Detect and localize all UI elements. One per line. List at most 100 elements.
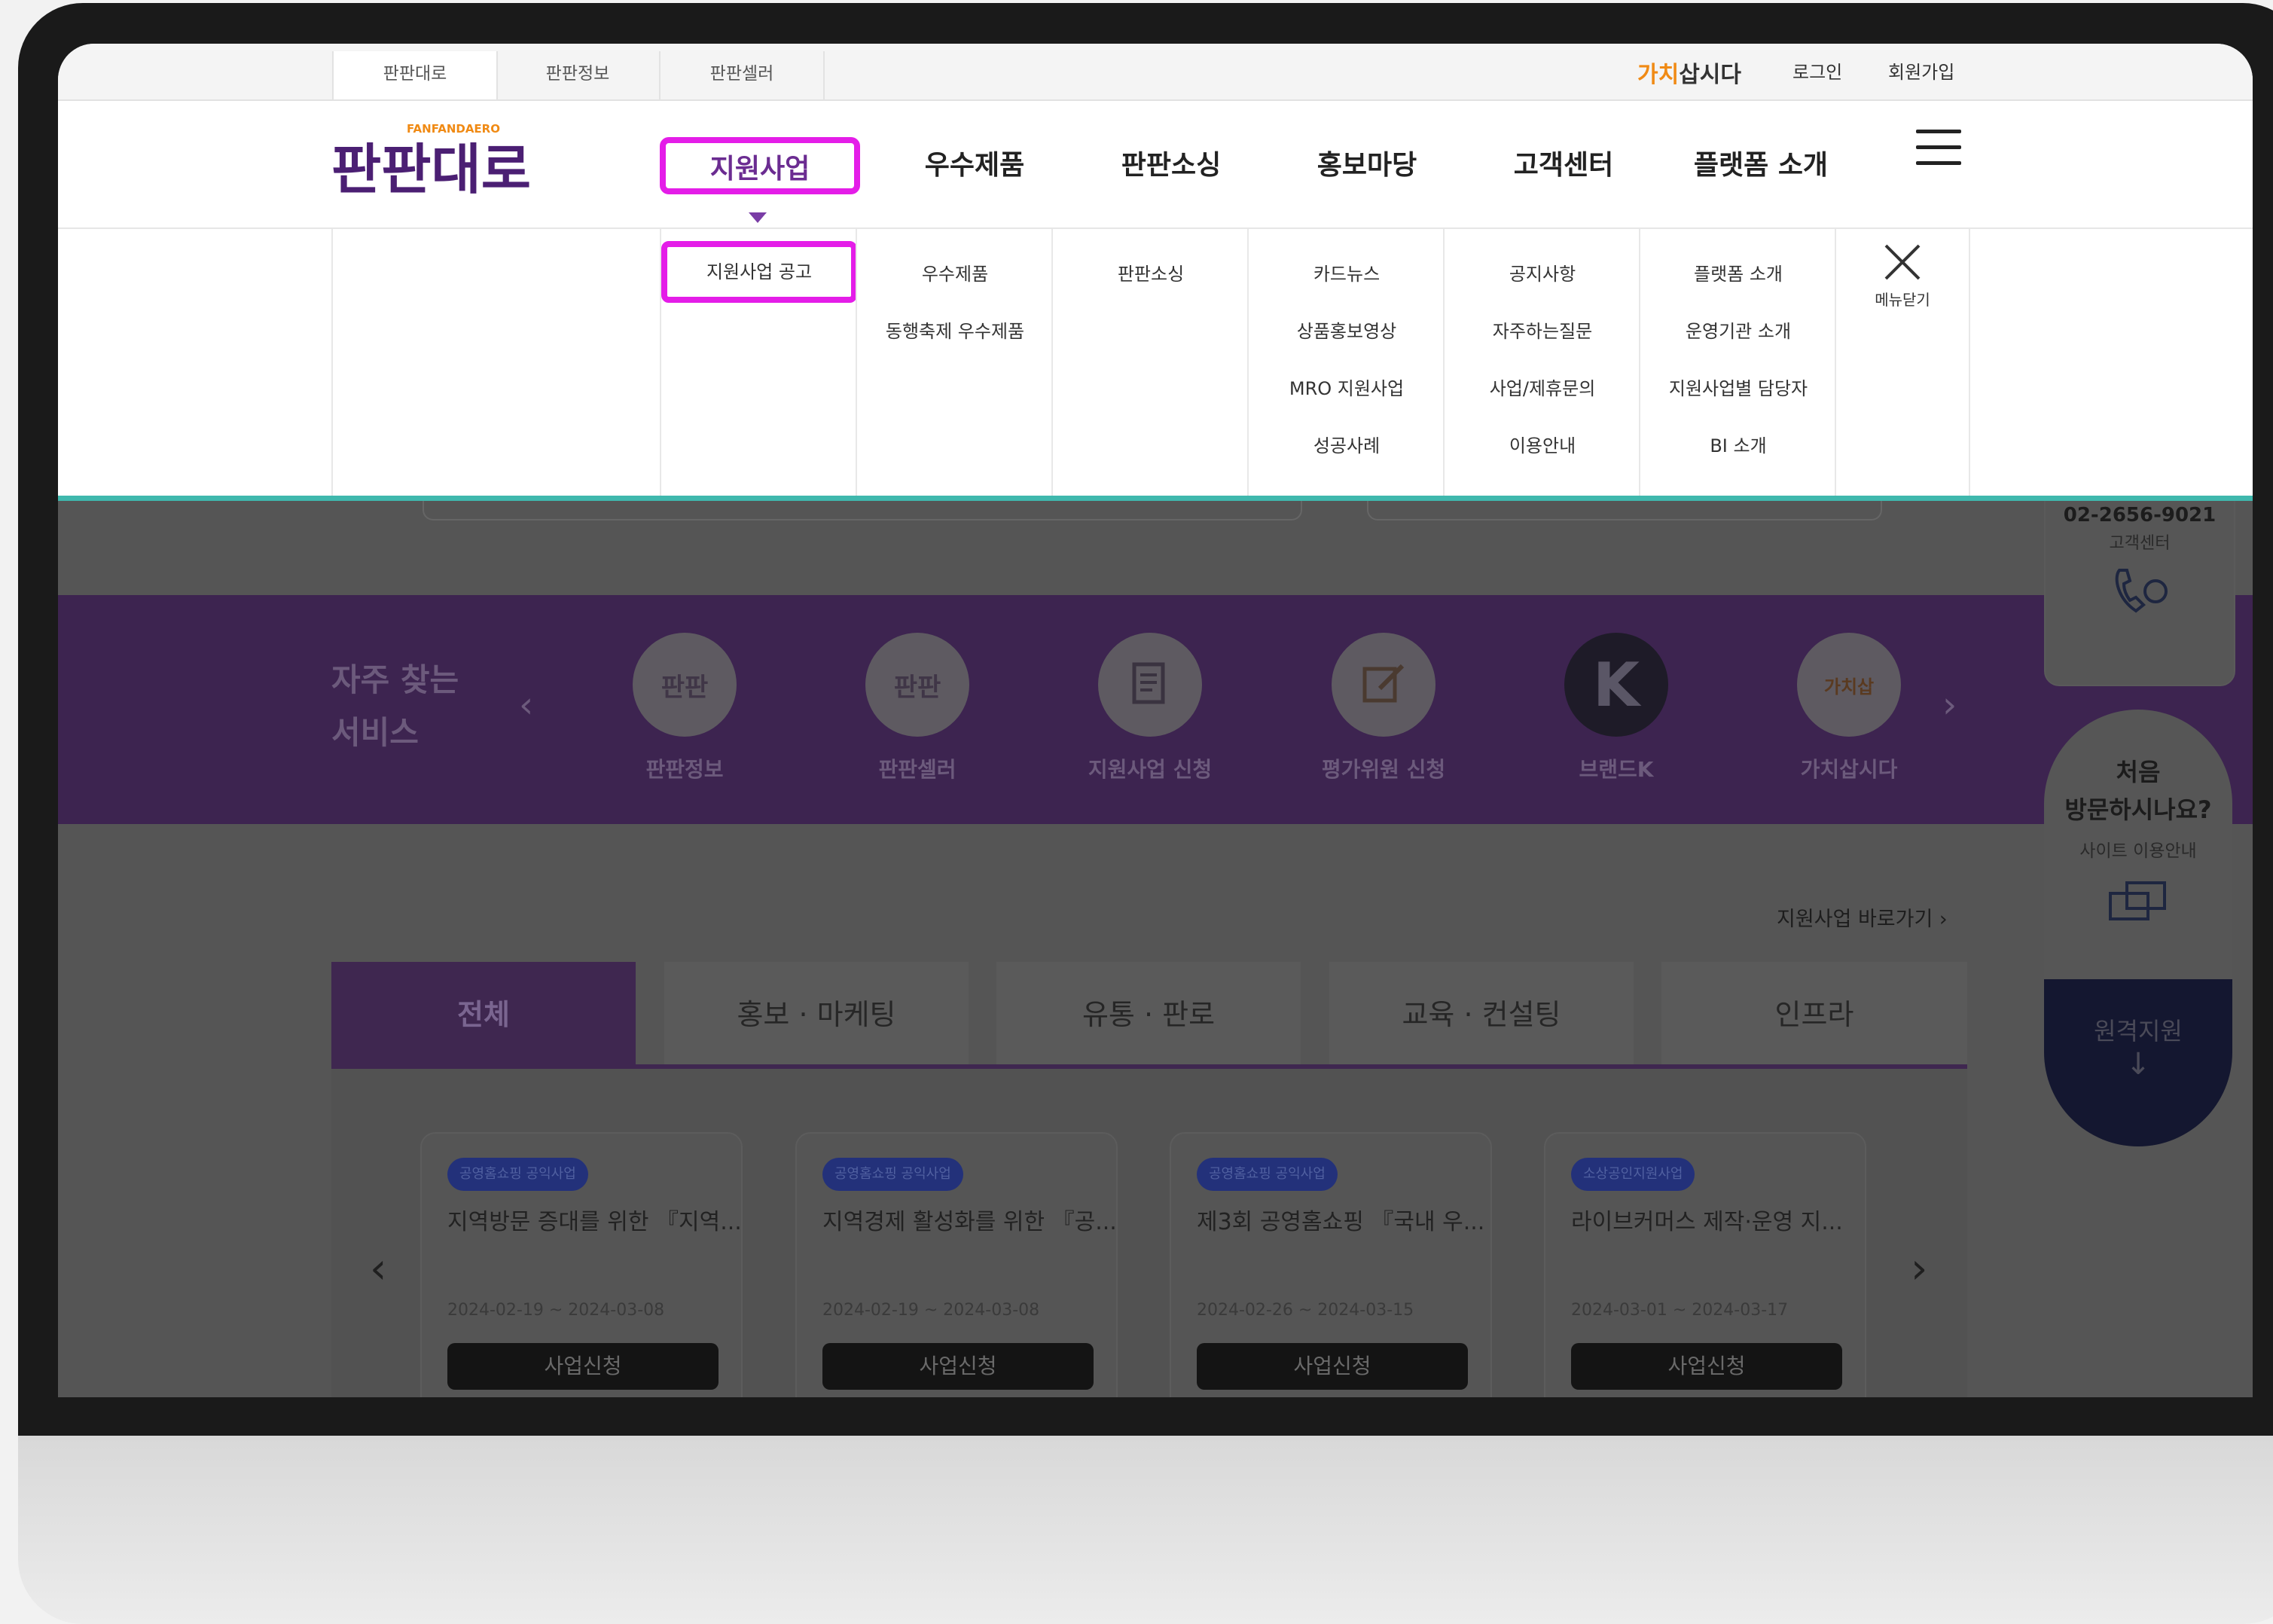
gnb-customer-center[interactable]: 고객센터	[1488, 137, 1639, 194]
gnb-excellent-products[interactable]: 우수제품	[899, 137, 1050, 194]
gachi-brand-a: 가치	[1637, 62, 1680, 88]
support-program-shortcut-label: 지원사업 바로가기	[1777, 908, 1933, 931]
support-program-shortcut-link[interactable]: 지원사업 바로가기 ›	[1777, 902, 1948, 932]
card-title[interactable]: 제3회 공영홈쇼핑 『국내 우...	[1197, 1203, 1484, 1236]
tab-distribution[interactable]: 유통 · 판로	[996, 962, 1301, 1067]
submenu-col-promotion: 카드뉴스 상품홍보영상 MRO 지원사업 성공사례	[1247, 229, 1445, 496]
submenu-item[interactable]: 플랫폼 소개	[1640, 259, 1836, 285]
first-visit-panel[interactable]: 처음 방문하시나요? 사이트 이용안내 원격지원 ↓	[2044, 710, 2232, 1146]
search-box-edge	[423, 501, 1302, 520]
hamburger-menu-icon[interactable]	[1916, 130, 1961, 167]
apply-button[interactable]: 사업신청	[1571, 1343, 1842, 1390]
brand-k-icon: K	[1564, 633, 1668, 737]
card-date: 2024-02-19 ~ 2024-03-08	[447, 1301, 665, 1320]
program-card[interactable]: 공영홈쇼핑 공익사업 제3회 공영홈쇼핑 『국내 우... 2024-02-26…	[1170, 1132, 1492, 1397]
submenu-item[interactable]: 운영기관 소개	[1640, 316, 1836, 343]
gnb-fanfan-sourcing[interactable]: 판판소싱	[1096, 137, 1246, 194]
submenu-item[interactable]: 사업/제휴문의	[1445, 374, 1640, 400]
logo-main: 판판대로	[331, 138, 531, 201]
submenu-item[interactable]: 공지사항	[1445, 259, 1640, 285]
submenu-item[interactable]: MRO 지원사업	[1249, 374, 1445, 400]
service-gachi-sapsida[interactable]: 가치삽 가치삽시다	[1759, 633, 1939, 783]
remote-support-label: 원격지원	[2094, 1017, 2183, 1046]
service-brand-k[interactable]: K 브랜드K	[1526, 633, 1707, 783]
submenu-item[interactable]: 지원사업별 담당자	[1640, 374, 1836, 400]
services-next-arrow-icon[interactable]: ›	[1942, 684, 1957, 726]
submenu-item[interactable]: 동행축제 우수제품	[857, 316, 1053, 343]
service-evaluator-apply[interactable]: 평가위원 신청	[1293, 633, 1474, 783]
apply-button[interactable]: 사업신청	[447, 1343, 719, 1390]
site-guide-link[interactable]: 사이트 이용안내	[2044, 836, 2232, 862]
menu-close-label: 메뉴닫기	[1875, 291, 1930, 309]
apply-button[interactable]: 사업신청	[822, 1343, 1094, 1390]
tab-infra[interactable]: 인프라	[1661, 962, 1967, 1067]
submenu-item[interactable]: 우수제품	[857, 259, 1053, 285]
active-menu-caret-icon	[749, 212, 767, 223]
card-title[interactable]: 지역방문 증대를 위한 『지역...	[447, 1203, 742, 1236]
chevron-right-icon: ›	[1939, 908, 1948, 931]
site-logo[interactable]: FANFANDAERO 판판대로	[331, 122, 587, 212]
customer-center-panel[interactable]: 02-2656-9021 고객센터	[2044, 501, 2235, 686]
card-title[interactable]: 라이브커머스 제작·운영 지...	[1571, 1203, 1843, 1236]
speech-bubble-icon	[2109, 881, 2166, 920]
tab-marketing[interactable]: 홍보 · 마케팅	[664, 962, 969, 1067]
pencil-note-icon	[1332, 633, 1435, 737]
remote-support-button[interactable]: 원격지원 ↓	[2044, 979, 2232, 1146]
search-box-edge	[1367, 501, 1882, 520]
submenu-item[interactable]: 카드뉴스	[1249, 259, 1445, 285]
gnb-platform-intro[interactable]: 플랫폼 소개	[1667, 137, 1855, 194]
program-card[interactable]: 공영홈쇼핑 공익사업 지역방문 증대를 위한 『지역... 2024-02-19…	[420, 1132, 743, 1397]
submenu-col-platform: 플랫폼 소개 운영기관 소개 지원사업별 담당자 BI 소개	[1639, 229, 1836, 496]
first-visit-title: 처음 방문하시나요?	[2044, 753, 2232, 829]
service-label: 브랜드K	[1579, 757, 1654, 782]
cards-next-arrow-icon[interactable]: ›	[1911, 1244, 1927, 1293]
service-support-apply[interactable]: 지원사업 신청	[1060, 633, 1240, 783]
submenu-item[interactable]: 상품홍보영상	[1249, 316, 1445, 343]
top-tab-fanfandaero[interactable]: 판판대로	[332, 51, 498, 99]
submenu-item[interactable]: 판판소싱	[1053, 259, 1249, 285]
card-date: 2024-03-01 ~ 2024-03-17	[1571, 1301, 1789, 1320]
frequent-services-band: 자주 찾는 서비스 ‹ › 판판 판판정보 판판 판판셀러 지원사업 신청 평가…	[58, 595, 2253, 824]
service-label: 판판정보	[645, 757, 724, 782]
card-category-badge: 소상공인지원사업	[1571, 1158, 1695, 1191]
program-card[interactable]: 공영홈쇼핑 공익사업 지역경제 활성화를 위한 『공... 2024-02-19…	[795, 1132, 1118, 1397]
gachi-sapsida-link[interactable]: 가치삽시다	[1637, 56, 1741, 89]
menu-close-button[interactable]: 메뉴닫기	[1836, 243, 1969, 310]
top-tab-fanfan-seller[interactable]: 판판셀러	[661, 51, 825, 99]
browser-viewport: 판판대로 판판정보 판판셀러 가치삽시다 로그인 회원가입 FANFANDAER…	[58, 44, 2253, 1397]
gnb-promotion[interactable]: 홍보마당	[1292, 137, 1442, 194]
card-title[interactable]: 지역경제 활성화를 위한 『공...	[822, 1203, 1117, 1236]
gachi-brand-b: 삽시다	[1679, 62, 1742, 88]
submenu-col-products: 우수제품 동행축제 우수제품	[856, 229, 1053, 496]
services-prev-arrow-icon[interactable]: ‹	[519, 684, 533, 726]
logo-sub: FANFANDAERO	[407, 122, 500, 136]
gachi-sapsida-icon: 가치삽	[1797, 633, 1901, 737]
frequent-services-title: 자주 찾는 서비스	[331, 654, 459, 759]
close-icon	[1884, 244, 1921, 280]
mega-menu-blank	[331, 229, 661, 496]
top-tab-fanfan-info[interactable]: 판판정보	[496, 51, 661, 99]
card-date: 2024-02-26 ~ 2024-03-15	[1197, 1301, 1414, 1320]
tab-all[interactable]: 전체	[331, 962, 636, 1067]
submenu-item[interactable]: 이용안내	[1445, 431, 1640, 457]
submenu-support-notice[interactable]: 지원사업 공고	[661, 241, 857, 303]
service-label: 평가위원 신청	[1321, 757, 1446, 782]
laptop-base	[18, 1436, 2273, 1624]
cards-prev-arrow-icon[interactable]: ‹	[370, 1244, 386, 1293]
signup-link[interactable]: 회원가입	[1888, 57, 1954, 84]
gnb-support-program[interactable]: 지원사업	[660, 137, 860, 194]
login-link[interactable]: 로그인	[1792, 57, 1842, 84]
card-category-badge: 공영홈쇼핑 공익사업	[822, 1158, 963, 1191]
submenu-item[interactable]: 자주하는질문	[1445, 316, 1640, 343]
service-fanfan-info[interactable]: 판판 판판정보	[594, 633, 775, 783]
apply-button[interactable]: 사업신청	[1197, 1343, 1468, 1390]
frequent-services-title-line1: 자주 찾는	[331, 661, 459, 698]
service-label: 지원사업 신청	[1088, 757, 1213, 782]
card-category-badge: 공영홈쇼핑 공익사업	[1197, 1158, 1338, 1191]
submenu-item[interactable]: 성공사례	[1249, 431, 1445, 457]
tab-education[interactable]: 교육 · 컨설팅	[1329, 962, 1634, 1067]
program-card[interactable]: 소상공인지원사업 라이브커머스 제작·운영 지... 2024-03-01 ~ …	[1544, 1132, 1866, 1397]
submenu-item[interactable]: BI 소개	[1640, 431, 1836, 457]
service-fanfan-seller[interactable]: 판판 판판셀러	[827, 633, 1008, 783]
cs-phone-number: 02-2656-9021	[2063, 504, 2217, 527]
